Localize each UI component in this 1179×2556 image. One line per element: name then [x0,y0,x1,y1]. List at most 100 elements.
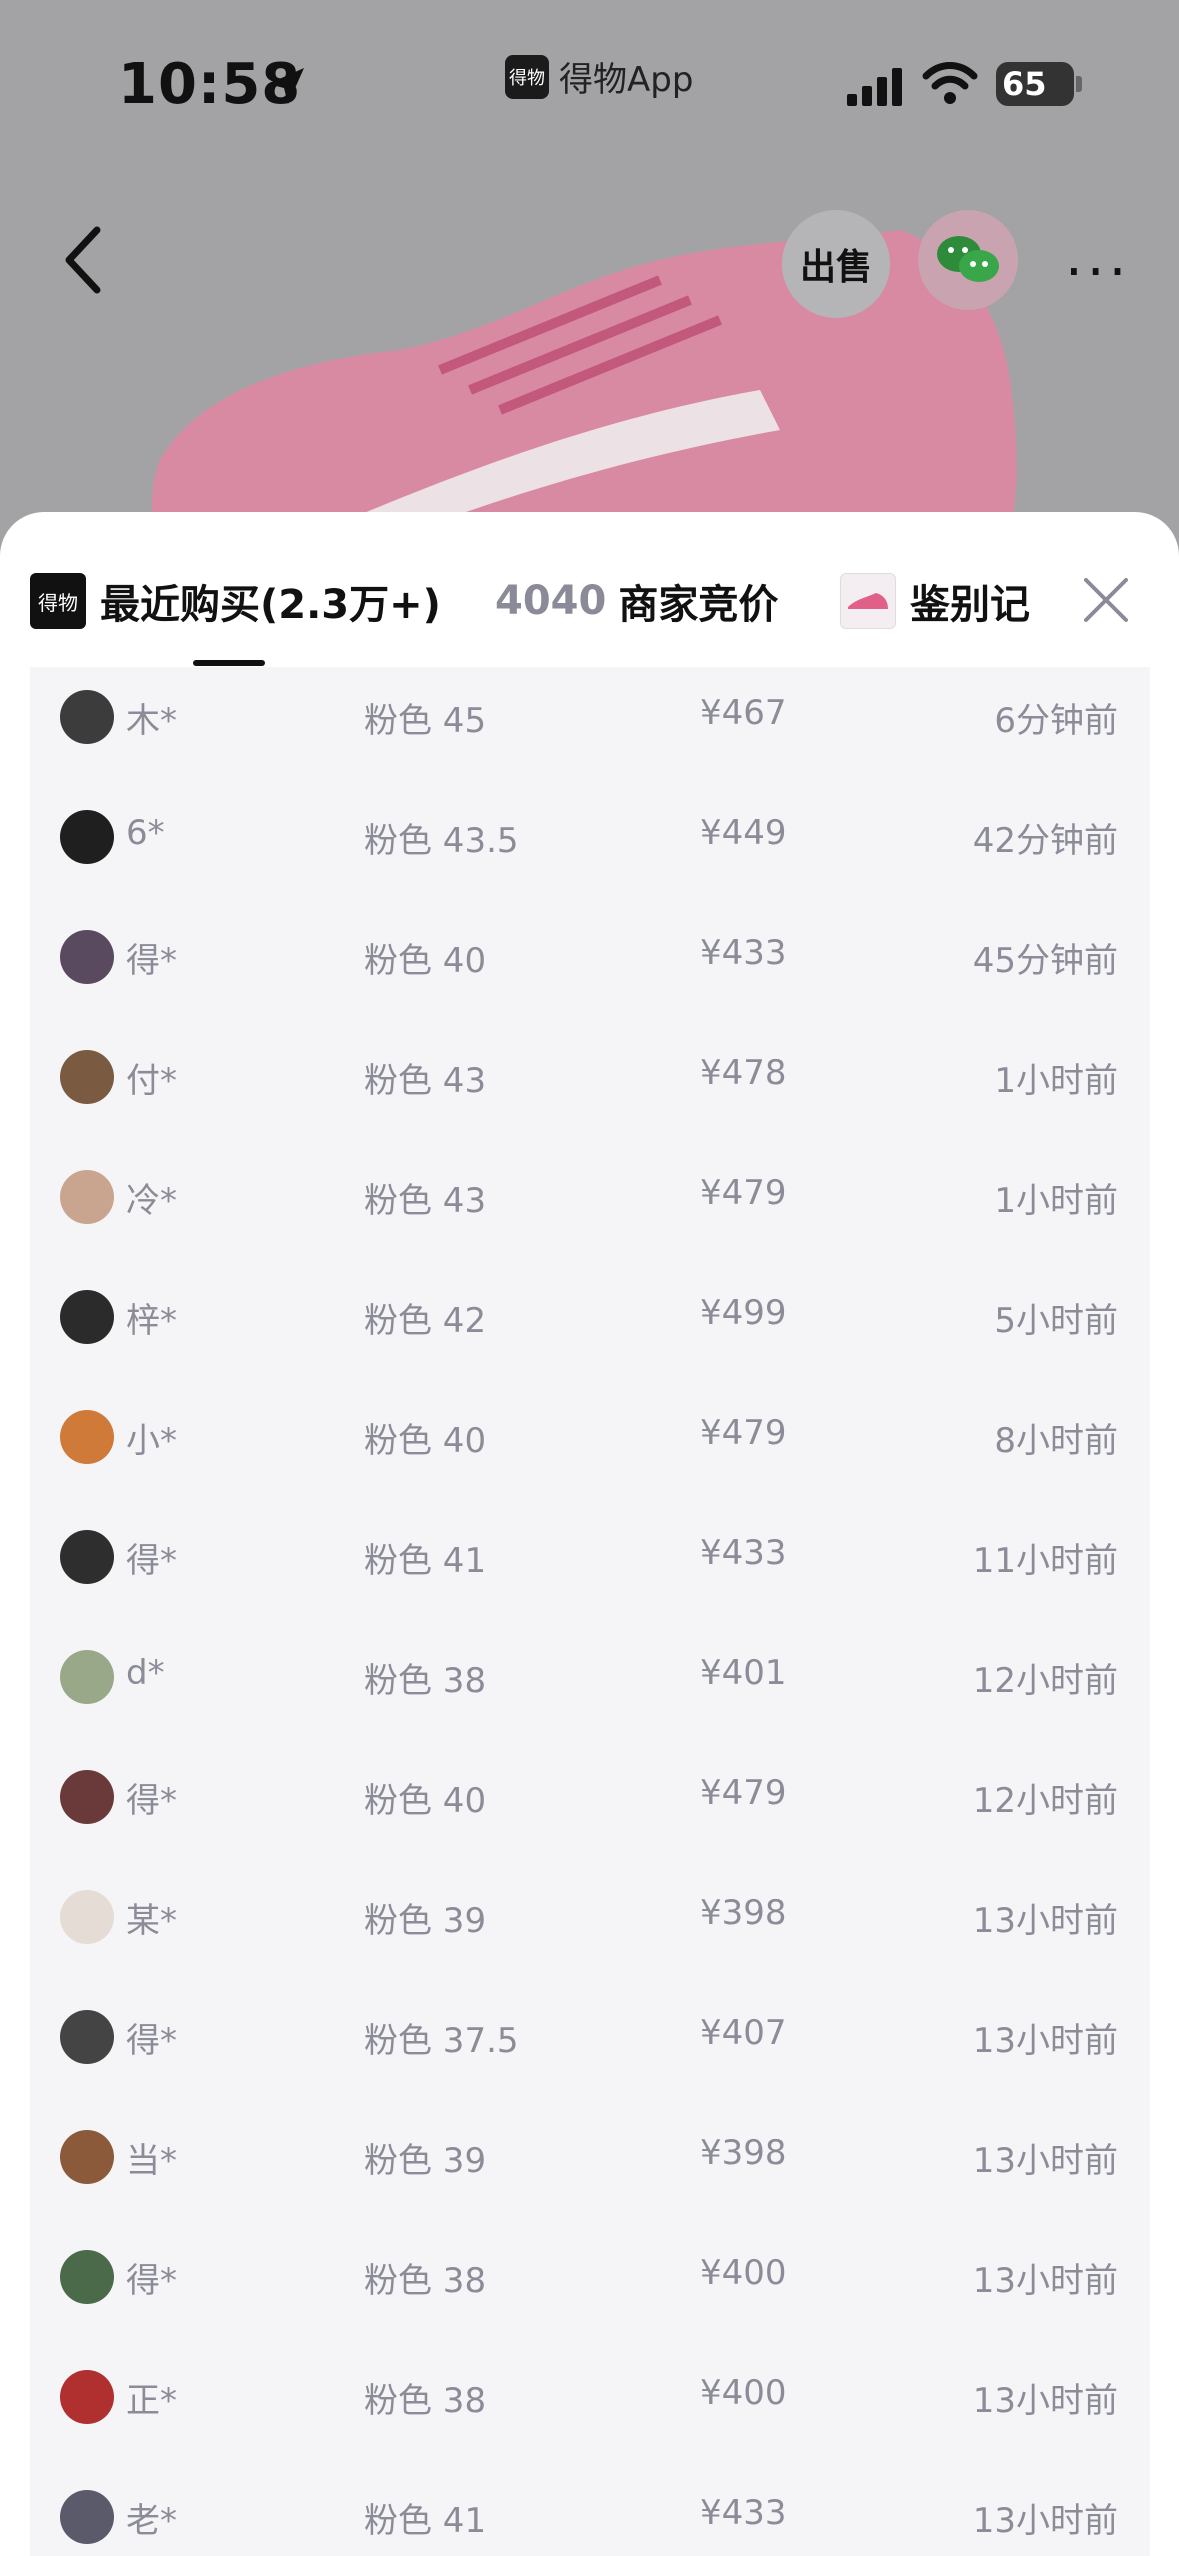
tab-recent-purchases[interactable]: 得物 最近购买(2.3万+) [30,572,441,630]
purchase-price: ¥479 [700,1173,787,1213]
purchase-time: 13小时前 [972,2141,1118,2181]
avatar [60,1530,114,1584]
purchase-spec: 粉色 43 [364,1181,487,1221]
purchase-price: ¥400 [700,2253,787,2293]
purchase-row: 老* 粉色 41 ¥433 13小时前 [30,2467,1150,2556]
battery-indicator: 65 [996,62,1074,106]
buyer-name: 冷* [126,1181,177,1221]
tab-merchant-bids[interactable]: 4040 商家竞价 [495,572,778,630]
purchase-row: 得* 粉色 38 ¥400 13小时前 [30,2227,1150,2347]
purchase-time: 13小时前 [972,2501,1118,2541]
purchase-spec: 粉色 40 [364,1781,487,1821]
battery-tip [1076,76,1082,92]
shoe-thumbnail-icon [840,573,896,629]
purchase-time: 11小时前 [972,1541,1118,1581]
purchase-row: 得* 粉色 40 ¥433 45分钟前 [30,907,1150,1027]
purchase-row: 得* 粉色 40 ¥479 12小时前 [30,1747,1150,1867]
purchase-list[interactable]: 木* 粉色 45 ¥467 6分钟前 6* 粉色 43.5 ¥449 42分钟前 得* 粉色 40… [30,667,1150,2556]
purchase-row: 正* 粉色 38 ¥400 13小时前 [30,2347,1150,2467]
purchase-price: ¥478 [700,1053,787,1093]
sheet-tab-bar: 得物 最近购买(2.3万+) 4040 商家竞价 鉴别记 [0,512,1179,667]
purchase-price: ¥433 [700,933,787,973]
purchase-time: 5小时前 [994,1301,1118,1341]
app-name: 得物App [559,60,694,100]
location-arrow-icon [268,68,304,104]
buyer-name: 得* [126,941,177,981]
sell-icon: 出售 [799,247,872,288]
wechat-share-button[interactable] [918,210,1018,310]
purchase-spec: 粉色 41 [364,2501,487,2541]
avatar [60,930,114,984]
purchase-time: 1小时前 [994,1061,1118,1101]
purchase-spec: 粉色 39 [364,2141,487,2181]
purchase-time: 13小时前 [972,2021,1118,2061]
avatar [60,1650,114,1704]
tab-bid-label: 商家竞价 [618,582,779,628]
purchase-price: ¥401 [700,1653,787,1693]
purchase-row: 木* 粉色 45 ¥467 6分钟前 [30,667,1150,787]
purchase-row: 小* 粉色 40 ¥479 8小时前 [30,1387,1150,1507]
avatar [60,1890,114,1944]
purchase-time: 12小时前 [972,1781,1118,1821]
purchase-time: 13小时前 [972,1901,1118,1941]
buyer-name: 付* [126,1061,177,1101]
purchase-price: ¥433 [700,2493,787,2533]
buyer-name: 得* [126,2021,177,2061]
buyer-name: 木* [126,701,177,741]
avatar [60,2370,114,2424]
purchase-price: ¥449 [700,813,787,853]
purchase-spec: 粉色 37.5 [364,2021,519,2061]
purchase-spec: 粉色 41 [364,1541,487,1581]
purchase-row: 付* 粉色 43 ¥478 1小时前 [30,1027,1150,1147]
product-shoe-image [151,230,1017,560]
avatar [60,1290,114,1344]
buyer-name: 得* [126,1781,177,1821]
purchase-time: 6分钟前 [994,701,1118,741]
avatar [60,2010,114,2064]
purchase-price: ¥433 [700,1533,787,1573]
more-icon[interactable]: ··· [1065,240,1130,305]
purchase-row: 6* 粉色 43.5 ¥449 42分钟前 [30,787,1150,907]
purchase-spec: 粉色 43 [364,1061,487,1101]
avatar [60,1050,114,1104]
close-icon[interactable] [1080,574,1132,626]
back-icon[interactable] [55,220,115,300]
sell-button[interactable]: 出售 [782,210,890,318]
avatar [60,810,114,864]
buyer-name: 6* [126,813,165,853]
buyer-name: 正* [126,2381,177,2421]
dewu-logo-icon: 得物 [30,573,86,629]
purchase-time: 13小时前 [972,2261,1118,2301]
app-logo: 得物 [505,54,549,99]
buyer-name: 梓* [126,1301,177,1341]
purchase-price: ¥407 [700,2013,787,2053]
purchase-price: ¥479 [700,1773,787,1813]
purchase-row: d* 粉色 38 ¥401 12小时前 [30,1627,1150,1747]
back-to-app-indicator[interactable]: 得物 得物App [505,52,693,101]
recent-purchases-sheet: 得物 最近购买(2.3万+) 4040 商家竞价 鉴别记 木* 粉色 45 ¥467… [0,512,1179,2556]
purchase-price: ¥400 [700,2373,787,2413]
purchase-spec: 粉色 45 [364,701,487,741]
active-tab-indicator [193,660,265,666]
purchase-row: 某* 粉色 39 ¥398 13小时前 [30,1867,1150,1987]
status-bar: 10:58 得物 得物App 65 [0,0,1179,170]
avatar [60,1170,114,1224]
tab-identification[interactable]: 鉴别记 [840,572,1030,630]
purchase-price: ¥499 [700,1293,787,1333]
purchase-time: 1小时前 [994,1181,1118,1221]
avatar [60,1770,114,1824]
avatar [60,2490,114,2544]
buyer-name: 某* [126,1901,177,1941]
purchase-row: 当* 粉色 39 ¥398 13小时前 [30,2107,1150,2227]
avatar [60,1410,114,1464]
wifi-icon [922,62,978,104]
purchase-spec: 粉色 40 [364,941,487,981]
buyer-name: d* [126,1653,165,1693]
wechat-icon [937,236,999,282]
purchase-row: 得* 粉色 41 ¥433 11小时前 [30,1507,1150,1627]
purchase-time: 12小时前 [972,1661,1118,1701]
purchase-row: 得* 粉色 37.5 ¥407 13小时前 [30,1987,1150,2107]
purchase-row: 冷* 粉色 43 ¥479 1小时前 [30,1147,1150,1267]
tab-bid-count: 4040 [495,578,607,624]
avatar [60,2250,114,2304]
